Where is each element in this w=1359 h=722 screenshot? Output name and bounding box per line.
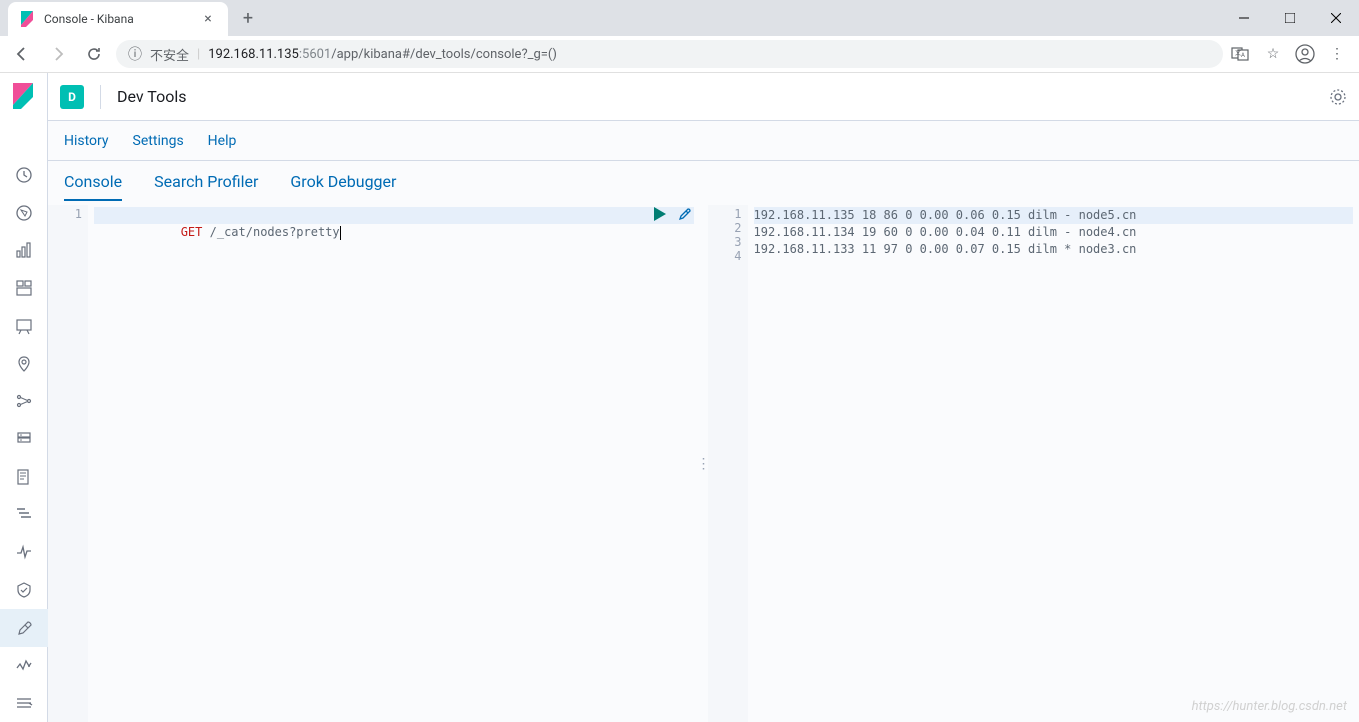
help-icon[interactable] xyxy=(1329,88,1347,106)
close-window-button[interactable] xyxy=(1313,0,1359,36)
browser-chrome: Console - Kibana × + ⓘ 不安全 xyxy=(0,0,1359,73)
console-area: 1 GET /_cat/nodes?pretty xyxy=(48,201,1359,722)
splitter[interactable]: ⋮ xyxy=(700,205,708,722)
discover-icon[interactable] xyxy=(0,194,48,232)
tool-tabs: Console Search Profiler Grok Debugger xyxy=(48,161,1359,201)
apm-icon[interactable] xyxy=(0,496,48,534)
line-number: 1 xyxy=(708,207,742,221)
insecure-label: 不安全 xyxy=(150,45,189,64)
monitoring-icon[interactable] xyxy=(0,647,48,685)
info-icon[interactable]: ⓘ xyxy=(128,44,142,64)
forward-button[interactable] xyxy=(44,40,72,68)
header-right xyxy=(1329,88,1347,106)
output-line xyxy=(754,258,1354,275)
tab-console[interactable]: Console xyxy=(64,172,122,201)
page-title: Dev Tools xyxy=(117,87,186,106)
line-actions xyxy=(654,207,692,221)
line-number: 3 xyxy=(708,235,742,249)
browser-tab-title: Console - Kibana xyxy=(44,12,192,26)
svg-text:A: A xyxy=(1241,52,1245,59)
window-controls xyxy=(1221,0,1359,36)
address-bar[interactable]: ⓘ 不安全 | 192.168.11.135:5601/app/kibana#/… xyxy=(116,40,1223,68)
editor-gutter: 1 xyxy=(48,205,88,722)
translate-icon[interactable]: 文A xyxy=(1231,45,1251,63)
wrench-icon[interactable] xyxy=(678,207,692,221)
dashboard-icon[interactable] xyxy=(0,269,48,307)
url-text: 192.168.11.135:5601/app/kibana#/dev_tool… xyxy=(208,47,1211,62)
logs-icon[interactable] xyxy=(0,458,48,496)
history-link[interactable]: History xyxy=(64,133,109,149)
back-button[interactable] xyxy=(8,40,36,68)
app-header: D Dev Tools xyxy=(48,73,1359,121)
menu-icon[interactable]: ⋮ xyxy=(1327,46,1347,62)
code-line[interactable]: GET /_cat/nodes?pretty xyxy=(94,207,694,224)
canvas-icon[interactable] xyxy=(0,307,48,345)
subnav: History Settings Help xyxy=(48,121,1359,161)
star-icon[interactable]: ☆ xyxy=(1263,46,1283,62)
profile-icon[interactable] xyxy=(1295,44,1315,64)
minimize-button[interactable] xyxy=(1221,0,1267,36)
browser-nav-bar: ⓘ 不安全 | 192.168.11.135:5601/app/kibana#/… xyxy=(0,36,1359,72)
output-gutter: 1 2 3 4 xyxy=(708,205,748,722)
browser-tab[interactable]: Console - Kibana × xyxy=(8,2,228,36)
sidebar xyxy=(0,73,48,722)
divider xyxy=(100,85,101,109)
settings-link[interactable]: Settings xyxy=(133,133,184,149)
divider: | xyxy=(197,47,200,62)
visualize-icon[interactable] xyxy=(0,231,48,269)
siem-icon[interactable] xyxy=(0,571,48,609)
output-pane: 1 2 3 4 192.168.11.135 18 86 0 0.00 0.06… xyxy=(708,205,1359,722)
help-link[interactable]: Help xyxy=(208,133,237,149)
kibana-favicon xyxy=(20,11,36,27)
uptime-icon[interactable] xyxy=(0,533,48,571)
output-line: 192.168.11.133 11 97 0 0.00 0.07 0.15 di… xyxy=(754,241,1354,258)
line-number: 1 xyxy=(48,207,82,221)
browser-tab-bar: Console - Kibana × + xyxy=(0,0,1359,36)
maps-icon[interactable] xyxy=(0,345,48,383)
dev-tools-icon[interactable] xyxy=(0,609,48,647)
kibana-logo[interactable] xyxy=(0,73,48,118)
maximize-button[interactable] xyxy=(1267,0,1313,36)
tab-grok[interactable]: Grok Debugger xyxy=(290,172,396,201)
management-icon[interactable] xyxy=(0,684,48,722)
line-number: 2 xyxy=(708,221,742,235)
line-number: 4 xyxy=(708,249,742,263)
editor-pane[interactable]: 1 GET /_cat/nodes?pretty xyxy=(48,205,700,722)
main-content: D Dev Tools History Settings Help Consol… xyxy=(48,73,1359,722)
tab-profiler[interactable]: Search Profiler xyxy=(154,172,258,201)
ml-icon[interactable] xyxy=(0,382,48,420)
kibana-app: D Dev Tools History Settings Help Consol… xyxy=(0,73,1359,722)
output-code[interactable]: 192.168.11.135 18 86 0 0.00 0.06 0.15 di… xyxy=(748,205,1359,722)
close-tab-icon[interactable]: × xyxy=(200,11,216,27)
recently-viewed-icon[interactable] xyxy=(0,156,48,194)
play-icon[interactable] xyxy=(654,207,666,221)
new-tab-button[interactable]: + xyxy=(234,4,262,32)
app-badge: D xyxy=(60,85,84,109)
nav-right-icons: 文A ☆ ⋮ xyxy=(1231,44,1351,64)
editor-code[interactable]: GET /_cat/nodes?pretty xyxy=(88,205,700,722)
reload-button[interactable] xyxy=(80,40,108,68)
output-line: 192.168.11.134 19 60 0 0.00 0.04 0.11 di… xyxy=(754,224,1354,241)
watermark: https://hunter.blog.csdn.net xyxy=(1192,699,1347,714)
output-line: 192.168.11.135 18 86 0 0.00 0.06 0.15 di… xyxy=(754,207,1354,224)
infrastructure-icon[interactable] xyxy=(0,420,48,458)
